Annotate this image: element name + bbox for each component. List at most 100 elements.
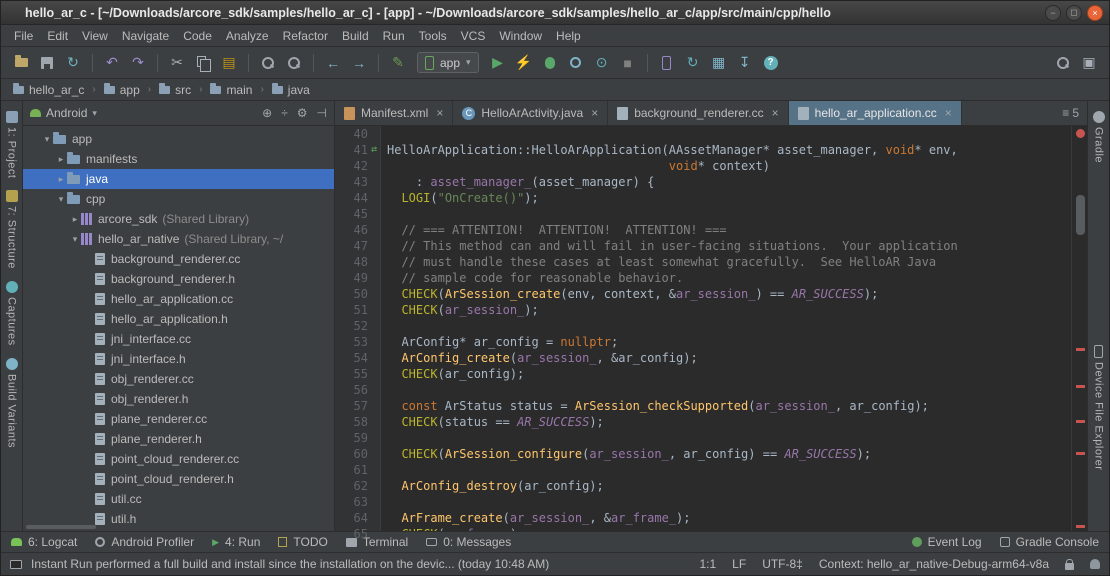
caret-position-widget[interactable]: 1:1	[699, 557, 716, 571]
tab-background-renderer-cc[interactable]: background_renderer.cc×	[608, 101, 788, 125]
lock-icon[interactable]	[1065, 563, 1074, 570]
chevron-down-icon[interactable]: ▾	[69, 234, 81, 245]
tree-item-jni-interface-cc[interactable]: jni_interface.cc	[23, 329, 334, 349]
tab-hello-ar-application-cc[interactable]: hello_ar_application.cc×	[789, 101, 962, 125]
breadcrumb-item-main[interactable]: main	[208, 83, 254, 97]
sdk-manager-icon[interactable]: ↧	[733, 51, 757, 75]
toolwindow-switcher-icon[interactable]	[10, 560, 22, 569]
tree-item-util-cc[interactable]: util.cc	[23, 489, 334, 509]
toolwindow-button-gradle-console[interactable]: Gradle Console	[1000, 535, 1099, 549]
tree-item-java[interactable]: ▸java	[23, 169, 334, 189]
search-everywhere-icon[interactable]	[1051, 51, 1075, 75]
maximize-button[interactable]: ◻	[1066, 5, 1082, 21]
avd-manager-icon[interactable]	[655, 51, 679, 75]
toolwindow-button-gradle[interactable]: Gradle	[1093, 105, 1105, 169]
settings-gear-icon[interactable]: ⚙	[297, 106, 308, 120]
find-icon[interactable]	[256, 51, 280, 75]
encoding-widget[interactable]: UTF-8‡	[762, 557, 803, 571]
breadcrumb-item-hello-ar-c[interactable]: hello_ar_c	[11, 83, 86, 97]
attach-debugger-icon[interactable]: ⊙	[590, 51, 614, 75]
cut-icon[interactable]: ✂	[165, 51, 189, 75]
scrollbar-thumb[interactable]	[1076, 195, 1085, 236]
menu-edit[interactable]: Edit	[40, 27, 75, 45]
tree-item-manifests[interactable]: ▸manifests	[23, 149, 334, 169]
toolwindow-button-device-file-explorer[interactable]: Device File Explorer	[1093, 339, 1105, 476]
tree-item-point-cloud-renderer-h[interactable]: point_cloud_renderer.h	[23, 469, 334, 489]
chevron-right-icon[interactable]: ▸	[55, 154, 67, 165]
save-icon[interactable]	[35, 51, 59, 75]
project-view-selector[interactable]: Android	[46, 106, 87, 120]
menu-help[interactable]: Help	[549, 27, 588, 45]
breadcrumb-item-java[interactable]: java	[270, 83, 312, 97]
menu-code[interactable]: Code	[176, 27, 219, 45]
apply-changes-icon[interactable]: ⚡	[512, 51, 536, 75]
tree-item-hello-ar-native[interactable]: ▾hello_ar_native(Shared Library, ~/	[23, 229, 334, 249]
undo-icon[interactable]: ↶	[100, 51, 124, 75]
toolwindow-button-4-run[interactable]: ▶4: Run	[212, 535, 260, 549]
debug-icon[interactable]	[538, 51, 562, 75]
toolwindow-button-captures[interactable]: Captures	[6, 275, 18, 352]
menu-analyze[interactable]: Analyze	[219, 27, 276, 45]
menu-build[interactable]: Build	[335, 27, 376, 45]
title-bar[interactable]: hello_ar_c - [~/Downloads/arcore_sdk/sam…	[1, 1, 1109, 25]
chevron-down-icon[interactable]: ▾	[41, 134, 53, 145]
toolwindow-button-7-structure[interactable]: 7: Structure	[6, 184, 18, 275]
breadcrumb-item-src[interactable]: src	[157, 83, 193, 97]
tree-item-plane-renderer-cc[interactable]: plane_renderer.cc	[23, 409, 334, 429]
chevron-right-icon[interactable]: ▸	[69, 214, 81, 225]
toolwindow-button-build-variants[interactable]: Build Variants	[6, 352, 18, 454]
profile-icon[interactable]	[564, 51, 588, 75]
status-message[interactable]: Instant Run performed a full build and i…	[31, 557, 549, 571]
tree-item-obj-renderer-cc[interactable]: obj_renderer.cc	[23, 369, 334, 389]
help-icon[interactable]: ?	[759, 51, 783, 75]
tab-manifest-xml[interactable]: Manifest.xml×	[335, 101, 453, 125]
toolwindow-button-6-logcat[interactable]: 6: Logcat	[11, 535, 77, 549]
tree-item-hello-ar-application-h[interactable]: hello_ar_application.h	[23, 309, 334, 329]
hide-panel-icon[interactable]: ⊣	[317, 106, 327, 120]
copy-icon[interactable]	[191, 51, 215, 75]
tree-item-plane-renderer-h[interactable]: plane_renderer.h	[23, 429, 334, 449]
hidden-tabs-button[interactable]: ≡5	[1054, 101, 1087, 125]
menu-window[interactable]: Window	[492, 27, 549, 45]
menu-navigate[interactable]: Navigate	[115, 27, 176, 45]
tree-item-cpp[interactable]: ▾cpp	[23, 189, 334, 209]
collapse-all-icon[interactable]: ÷	[281, 106, 288, 120]
back-icon[interactable]: ←	[321, 51, 345, 75]
tree-item-jni-interface-h[interactable]: jni_interface.h	[23, 349, 334, 369]
zoom-icon[interactable]	[282, 51, 306, 75]
stop-icon[interactable]: ■	[616, 51, 640, 75]
sync-icon[interactable]: ↻	[61, 51, 85, 75]
run-config-selector[interactable]: app▾	[417, 52, 479, 73]
menu-vcs[interactable]: VCS	[454, 27, 493, 45]
build-context-widget[interactable]: Context: hello_ar_native-Debug-arm64-v8a	[819, 557, 1049, 571]
tree-item-hello-ar-application-cc[interactable]: hello_ar_application.cc	[23, 289, 334, 309]
tab-helloaractivity-java[interactable]: CHelloArActivity.java×	[453, 101, 608, 125]
make-project-icon[interactable]: ✎	[386, 51, 410, 75]
open-icon[interactable]	[9, 51, 33, 75]
close-icon[interactable]: ×	[591, 106, 598, 120]
close-button[interactable]: ×	[1087, 5, 1103, 21]
toolwindow-button-todo[interactable]: TODO	[278, 535, 327, 549]
editor-scrollbar[interactable]	[1074, 126, 1087, 531]
menu-tools[interactable]: Tools	[412, 27, 454, 45]
tree-item-background-renderer-h[interactable]: background_renderer.h	[23, 269, 334, 289]
tree-item-arcore-sdk[interactable]: ▸arcore_sdk(Shared Library)	[23, 209, 334, 229]
close-icon[interactable]: ×	[772, 106, 779, 120]
code-editor[interactable]: 4041⇄42434445464748495051525354555657585…	[335, 126, 1087, 531]
tree-item-obj-renderer-h[interactable]: obj_renderer.h	[23, 389, 334, 409]
redo-icon[interactable]: ↷	[126, 51, 150, 75]
close-icon[interactable]: ×	[945, 106, 952, 120]
menu-file[interactable]: File	[7, 27, 40, 45]
toolwindow-button-0-messages[interactable]: 0: Messages	[426, 535, 511, 549]
toolwindow-button-1-project[interactable]: 1: Project	[6, 105, 18, 184]
line-separator-widget[interactable]: LF	[732, 557, 746, 571]
chevron-right-icon[interactable]: ▸	[55, 174, 67, 185]
menu-view[interactable]: View	[75, 27, 115, 45]
scroll-from-source-icon[interactable]: ⊕	[262, 106, 272, 120]
paste-icon[interactable]: ▤	[217, 51, 241, 75]
toolwindow-button-android-profiler[interactable]: Android Profiler	[95, 535, 194, 549]
tree-item-point-cloud-renderer-cc[interactable]: point_cloud_renderer.cc	[23, 449, 334, 469]
forward-icon[interactable]: →	[347, 51, 371, 75]
toolwindow-button-event-log[interactable]: Event Log	[912, 535, 982, 549]
sync-gradle-icon[interactable]: ↻	[681, 51, 705, 75]
